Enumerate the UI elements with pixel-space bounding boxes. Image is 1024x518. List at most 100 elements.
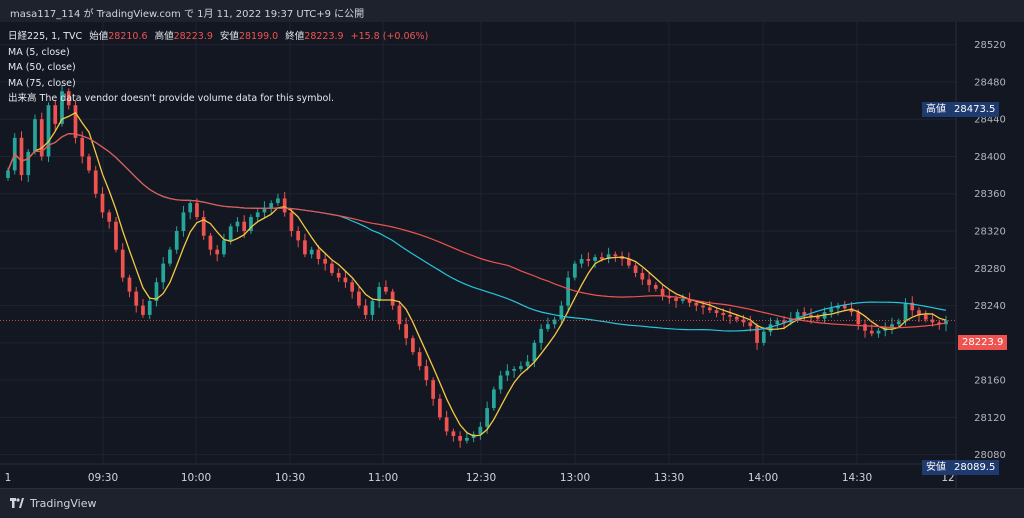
time-tick-label: 10:00 xyxy=(181,472,211,484)
candle-body xyxy=(363,305,368,315)
open-value: 28210.6 xyxy=(108,31,148,42)
candle-body xyxy=(923,314,928,320)
candle-body xyxy=(572,263,577,278)
time-tick-label: 12:30 xyxy=(466,472,496,484)
candle-body xyxy=(397,305,402,325)
candle-body xyxy=(869,330,874,334)
candle-body xyxy=(330,263,334,273)
low-price-label: 安値 28089.5 xyxy=(922,460,1000,476)
candle-body xyxy=(134,291,139,306)
time-tick-label: 11:00 xyxy=(368,472,398,484)
high-price-value: 28473.5 xyxy=(954,104,996,116)
candle-body xyxy=(255,212,260,218)
candle-body xyxy=(640,272,645,280)
candle-body xyxy=(519,366,523,369)
candle-body xyxy=(343,277,348,283)
candle-body xyxy=(174,231,179,250)
candle-body xyxy=(404,324,408,339)
candle-body xyxy=(525,361,530,367)
candle-body xyxy=(512,368,516,371)
candle-body xyxy=(6,170,10,178)
candle-body xyxy=(120,249,125,278)
time-tick-label: 13:00 xyxy=(560,472,590,484)
candle-body xyxy=(303,240,307,255)
time-tick-label: 14:00 xyxy=(748,472,778,484)
high-price-label: 高値 28473.5 xyxy=(922,102,1000,118)
high-price-label-text: 高値 xyxy=(926,104,946,116)
candle-body xyxy=(721,313,726,315)
price-tick-label: 28160 xyxy=(974,376,1006,387)
candle-body xyxy=(653,285,658,289)
candle-body xyxy=(458,436,462,441)
candle-body xyxy=(559,305,564,320)
candle-body xyxy=(903,302,908,322)
candle-body xyxy=(215,249,220,255)
current-price-label: 28223.9 xyxy=(958,335,1008,351)
candle-body xyxy=(728,314,732,317)
candle-body xyxy=(296,231,301,241)
candle-body xyxy=(755,326,759,343)
candle-body xyxy=(384,286,388,292)
legend-ma50[interactable]: MA (50, close) xyxy=(8,60,428,76)
candle-body xyxy=(19,137,24,176)
candle-body xyxy=(505,370,510,376)
candle-body xyxy=(613,254,618,257)
symbol-name[interactable]: 日経225, 1, TVC xyxy=(8,31,82,42)
close-value: 28223.9 xyxy=(304,31,344,42)
candle-body xyxy=(444,417,449,432)
candle-body xyxy=(269,203,274,208)
candle-body xyxy=(546,324,550,329)
brand-name[interactable]: TradingView xyxy=(30,497,96,510)
candle-body xyxy=(539,328,543,343)
candle-body xyxy=(46,105,51,157)
high-label: 高値 xyxy=(154,31,174,42)
candle-body xyxy=(323,258,328,264)
candle-body xyxy=(114,221,118,250)
candle-body xyxy=(579,258,584,264)
candle-body xyxy=(829,308,834,313)
candle-body xyxy=(168,249,172,264)
price-tick-label: 28520 xyxy=(974,40,1006,51)
tradingview-logo-icon[interactable] xyxy=(10,498,24,510)
candle-body xyxy=(863,324,867,331)
candle-body xyxy=(424,366,429,381)
legend-ma5[interactable]: MA (5, close) xyxy=(8,45,428,61)
candle-body xyxy=(80,137,85,157)
candle-body xyxy=(714,310,719,314)
candle-body xyxy=(586,258,591,261)
low-label: 安値 xyxy=(219,31,239,42)
candle-body xyxy=(282,198,287,213)
price-tick-label: 28400 xyxy=(974,152,1006,163)
candle-body xyxy=(802,312,807,315)
candle-body xyxy=(411,338,415,353)
candle-body xyxy=(451,431,456,437)
candle-body xyxy=(276,198,280,204)
time-tick-label: 10:30 xyxy=(275,472,305,484)
candle-body xyxy=(181,212,186,232)
candle-body xyxy=(890,324,894,328)
candle-body xyxy=(316,249,321,259)
candle-body xyxy=(896,321,901,325)
candle-body xyxy=(694,302,699,306)
candle-body xyxy=(566,277,570,306)
legend-volume-note[interactable]: 出来高 The data vendor doesn't provide volu… xyxy=(8,91,428,107)
time-tick-label: 14:30 xyxy=(842,472,872,484)
legend-ma75[interactable]: MA (75, close) xyxy=(8,76,428,92)
candle-body xyxy=(228,226,233,241)
low-price-value: 28089.5 xyxy=(954,462,996,474)
candle-body xyxy=(242,221,247,232)
low-price-label-text: 安値 xyxy=(926,462,946,474)
candle-body xyxy=(674,298,678,301)
candle-body xyxy=(87,156,91,171)
candle-body xyxy=(775,320,780,325)
candle-body xyxy=(876,330,881,334)
candle-body xyxy=(680,299,685,301)
candle-body xyxy=(93,170,98,194)
candle-body xyxy=(485,408,489,427)
candle-body xyxy=(26,151,31,176)
candle-body xyxy=(309,249,314,255)
time-tick-label: 09:30 xyxy=(88,472,118,484)
ohlc-row: 日経225, 1, TVC 始値28210.6 高値28223.9 安値2819… xyxy=(8,29,428,45)
candle-body xyxy=(33,119,37,152)
price-tick-label: 28360 xyxy=(974,189,1006,200)
